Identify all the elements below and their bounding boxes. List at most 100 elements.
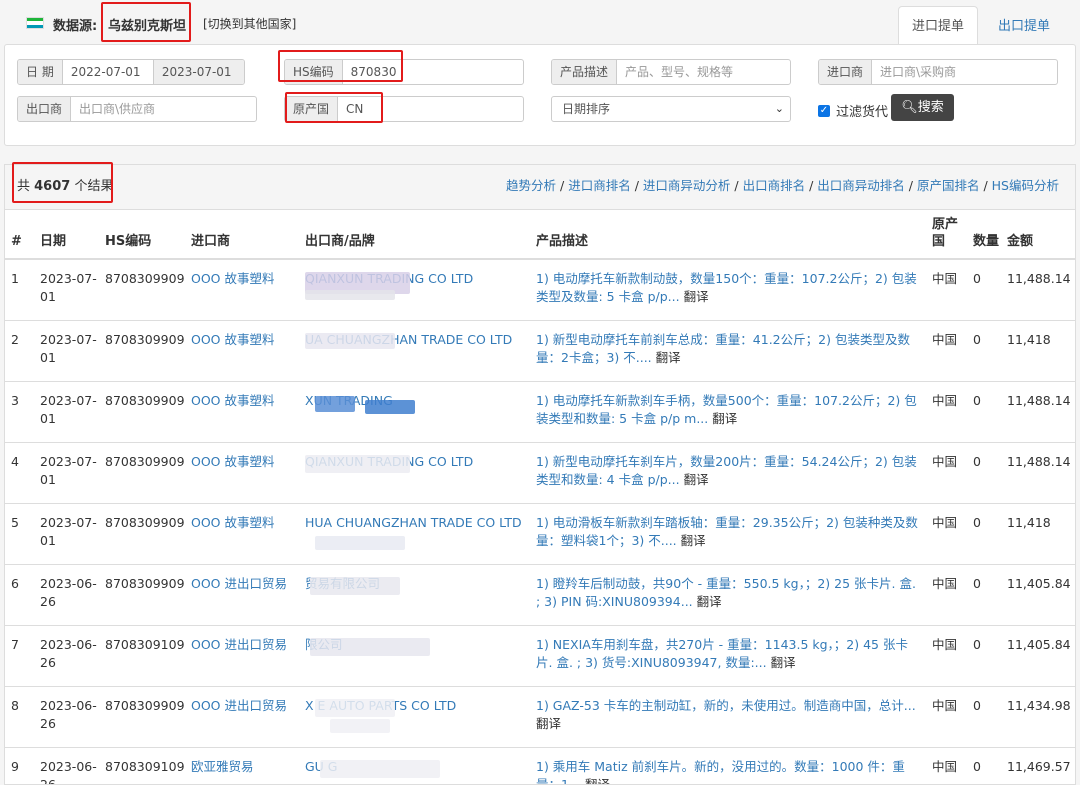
cell-origin: 中国 — [928, 685, 969, 747]
cell-desc[interactable]: 1) GAZ-53 卡车的主制动缸，新的，未使用过。制造商中国，总计... 翻译 — [532, 685, 928, 747]
cell-desc[interactable]: 1) 新型电动摩托车刹车片，数量200片：重量：54.24公斤；2) 包装类型和… — [532, 441, 928, 503]
product-desc-label: 产品描述 — [552, 60, 618, 84]
date-from-input[interactable]: 2022-07-01 — [63, 60, 153, 84]
cell-origin: 中国 — [928, 441, 969, 503]
cell-desc[interactable]: 1) 瞪羚车后制动鼓，共90个 - 重量：550.5 kg，；2) 25 张卡片… — [532, 563, 928, 625]
translate-link[interactable]: 翻译 — [684, 472, 709, 487]
table-row[interactable]: 82023-06-268708309909OOO 进出口贸易X E AUTO P… — [5, 685, 1075, 747]
cell-date: 2023-06-26 — [36, 746, 101, 784]
translate-link[interactable]: 翻译 — [656, 350, 681, 365]
link-origin-ranking[interactable]: 原产国排名 — [917, 178, 980, 193]
table-row[interactable]: 62023-06-268708309909OOO 进出口贸易贸易有限公司1) 瞪… — [5, 563, 1075, 625]
table-row[interactable]: 72023-06-268708309109OOO 进出口贸易限公司1) NEXI… — [5, 624, 1075, 686]
translate-link[interactable]: 翻译 — [771, 655, 796, 670]
cell-exporter[interactable]: GU G — [301, 746, 532, 784]
cell-no: 3 — [5, 380, 36, 442]
translate-link[interactable]: 翻译 — [536, 716, 561, 731]
cell-desc[interactable]: 1) 电动滑板车新款刹车踏板轴：重量：29.35公斤；2) 包装种类及数量：塑料… — [532, 502, 928, 564]
search-button[interactable]: 🔍︎搜索 — [891, 94, 954, 121]
cell-importer[interactable]: 欧亚雅贸易 — [187, 746, 301, 784]
product-desc-text[interactable]: 1) 新型电动摩托车刹车片，数量200片：重量：54.24公斤；2) 包装类型和… — [536, 454, 917, 487]
table-row[interactable]: 12023-07-018708309909OOO 故事塑料QIANXUN TRA… — [5, 258, 1075, 320]
cell-importer[interactable]: OOO 故事塑料 — [187, 441, 301, 503]
cell-exporter[interactable]: QIANXUN TRADING CO LTD — [301, 258, 532, 320]
cell-exporter[interactable]: UA CHUANGZHAN TRADE CO LTD — [301, 319, 532, 381]
cell-exporter[interactable]: XUN TRADING — [301, 380, 532, 442]
redaction-blur — [305, 332, 395, 349]
cell-importer[interactable]: OOO 进出口贸易 — [187, 563, 301, 625]
col-desc: 产品描述 — [532, 210, 928, 260]
origin-input[interactable]: CN — [338, 97, 371, 121]
tab-import-bill[interactable]: 进口提单 — [898, 6, 978, 45]
sort-select[interactable]: 日期排序 ⌄ — [551, 96, 791, 122]
bill-type-tabs: 进口提单 出口提单 — [898, 6, 1064, 45]
cell-exporter[interactable]: HUA CHUANGZHAN TRADE CO LTD — [301, 502, 532, 564]
redaction-blur — [330, 718, 390, 733]
translate-link[interactable]: 翻译 — [585, 777, 610, 785]
hs-code-input[interactable]: 870830 — [343, 60, 405, 84]
cell-importer[interactable]: OOO 进出口贸易 — [187, 685, 301, 747]
cell-importer[interactable]: OOO 故事塑料 — [187, 502, 301, 564]
uzbekistan-flag-icon — [26, 17, 44, 29]
importer-label: 进口商 — [819, 60, 873, 84]
cell-importer[interactable]: OOO 进出口贸易 — [187, 624, 301, 686]
cell-amount: 11,405.84 — [1003, 624, 1075, 686]
table-row[interactable]: 42023-07-018708309909OOO 故事塑料QIANXUN TRA… — [5, 441, 1075, 503]
link-trend-analysis[interactable]: 趋势分析 — [506, 178, 556, 193]
cell-date: 2023-06-26 — [36, 563, 101, 625]
translate-link[interactable]: 翻译 — [684, 289, 709, 304]
cell-desc[interactable]: 1) NEXIA车用刹车盘，共270片 - 重量：1143.5 kg，；2) 4… — [532, 624, 928, 686]
translate-link[interactable]: 翻译 — [681, 533, 706, 548]
cell-qty: 0 — [969, 319, 1003, 381]
link-importer-ranking[interactable]: 进口商排名 — [568, 178, 631, 193]
translate-link[interactable]: 翻译 — [712, 411, 737, 426]
cell-hs: 8708309909 — [101, 380, 187, 442]
cell-desc[interactable]: 1) 电动摩托车新款刹车手柄，数量500个：重量：107.2公斤；2) 包装类型… — [532, 380, 928, 442]
cell-importer[interactable]: OOO 故事塑料 — [187, 319, 301, 381]
product-desc-text[interactable]: 1) 新型电动摩托车前刹车总成：重量：41.2公斤；2) 包装类型及数量：2卡盒… — [536, 332, 910, 365]
cell-exporter[interactable]: QIANXUN TRADING CO LTD — [301, 441, 532, 503]
link-importer-change[interactable]: 进口商异动分析 — [643, 178, 731, 193]
col-date: 日期 — [36, 210, 101, 260]
cell-hs: 8708309909 — [101, 563, 187, 625]
cell-amount: 11,488.14 — [1003, 258, 1075, 320]
cell-no: 7 — [5, 624, 36, 686]
importer-field: 进口商 进口商\采购商 — [818, 59, 1058, 85]
link-hs-analysis[interactable]: HS编码分析 — [992, 178, 1059, 193]
exporter-input[interactable]: 出口商\供应商 — [71, 97, 163, 121]
cell-amount: 11,488.14 — [1003, 441, 1075, 503]
cell-desc[interactable]: 1) 乘用车 Matiz 前刹车片。新的，没用过的。数量：1000 件：重量：1… — [532, 746, 928, 785]
link-exporter-ranking[interactable]: 出口商排名 — [743, 178, 806, 193]
table-row[interactable]: 2 2023-07-01 8708309909 OOO 故事塑料 UA CHUANGZH… — [5, 319, 1075, 381]
redaction-blur — [320, 759, 440, 778]
filter-forwarder-checkbox[interactable]: ✓ 过滤货代 — [818, 101, 888, 120]
product-desc-text[interactable]: 1) NEXIA车用刹车盘，共270片 - 重量：1143.5 kg，；2) 4… — [536, 637, 908, 670]
switch-country-link[interactable]: [切换到其他国家] — [203, 15, 296, 32]
table-row[interactable]: 32023-07-018708309909OOO 故事塑料XUN TRADING… — [5, 380, 1075, 442]
cell-desc[interactable]: 1) 电动摩托车新款制动鼓，数量150个：重量：107.2公斤；2) 包装类型及… — [532, 258, 928, 320]
tab-export-bill[interactable]: 出口提单 — [984, 6, 1064, 45]
table-row[interactable]: 92023-06-268708309109欧亚雅贸易GU G1) 乘用车 Mat… — [5, 746, 1075, 785]
product-desc-text[interactable]: 1) 瞪羚车后制动鼓，共90个 - 重量：550.5 kg，；2) 25 张卡片… — [536, 576, 916, 609]
cell-exporter[interactable]: 限公司 — [301, 624, 532, 686]
cell-no: 9 — [5, 746, 36, 784]
importer-input[interactable]: 进口商\采购商 — [872, 60, 964, 84]
cell-desc[interactable]: 1) 新型电动摩托车前刹车总成：重量：41.2公斤；2) 包装类型及数量：2卡盒… — [532, 319, 928, 381]
results-panel: 共 4607 个结果 趋势分析 / 进口商排名 / 进口商异动分析 / 出口商排… — [4, 164, 1076, 785]
product-desc-text[interactable]: 1) GAZ-53 卡车的主制动缸，新的，未使用过。制造商中国，总计... — [536, 698, 916, 713]
product-desc-text[interactable]: 1) 电动滑板车新款刹车踏板轴：重量：29.35公斤；2) 包装种类及数量：塑料… — [536, 515, 918, 548]
cell-exporter[interactable]: 贸易有限公司 — [301, 563, 532, 625]
cell-origin: 中国 — [928, 563, 969, 625]
product-desc-input[interactable]: 产品、型号、规格等 — [617, 60, 741, 84]
translate-link[interactable]: 翻译 — [697, 594, 722, 609]
cell-importer[interactable]: OOO 故事塑料 — [187, 258, 301, 320]
filter-panel: 日 期 2022-07-01 2023-07-01 HS编码 870830 产品… — [4, 44, 1076, 146]
date-to-input[interactable]: 2023-07-01 — [152, 60, 244, 84]
cell-hs: 8708309909 — [101, 685, 187, 747]
cell-importer[interactable]: OOO 故事塑料 — [187, 380, 301, 442]
exporter-text[interactable]: HUA CHUANGZHAN TRADE CO LTD — [305, 515, 522, 530]
cell-exporter[interactable]: X E AUTO PARTS CO LTD — [301, 685, 532, 747]
product-desc-text[interactable]: 1) 电动摩托车新款制动鼓，数量150个：重量：107.2公斤；2) 包装类型及… — [536, 271, 917, 304]
table-row[interactable]: 5 2023-07-01 8708309909 OOO 故事塑料 HUA CHUANGZ… — [5, 502, 1075, 564]
link-exporter-change[interactable]: 出口商异动排名 — [817, 178, 905, 193]
